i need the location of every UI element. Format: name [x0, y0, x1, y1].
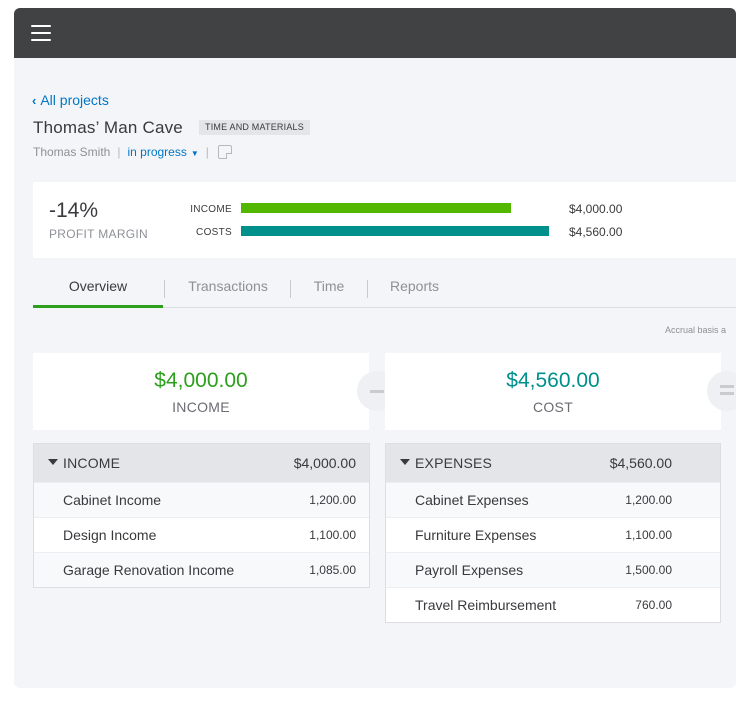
tab-time[interactable]: Time — [291, 278, 367, 308]
income-table-title: INCOME — [63, 455, 121, 471]
customer-name: Thomas Smith — [33, 145, 111, 159]
row-name: Design Income — [63, 527, 157, 543]
row-name: Cabinet Expenses — [415, 492, 529, 508]
status-dropdown[interactable]: in progress ▼ — [127, 145, 198, 159]
table-row[interactable]: Payroll Expenses 1,500.00 — [386, 552, 720, 587]
table-row[interactable]: Garage Renovation Income 1,085.00 — [34, 552, 369, 587]
income-card-amount: $4,000.00 — [154, 369, 248, 392]
tab-bar: Overview Transactions Time Reports — [33, 278, 736, 308]
profit-margin-label: PROFIT MARGIN — [49, 227, 149, 241]
collapse-icon — [48, 459, 58, 465]
income-bar-amount: $4,000.00 — [569, 202, 623, 216]
income-rows: Cabinet Income 1,200.00 Design Income 1,10… — [34, 482, 369, 587]
row-name: Furniture Expenses — [415, 527, 537, 543]
project-meta: Thomas Smith | in progress ▼ | — [33, 145, 232, 159]
income-card: $4,000.00 INCOME — [33, 353, 369, 430]
table-row[interactable]: Cabinet Income 1,200.00 — [34, 482, 369, 517]
table-row[interactable]: Design Income 1,100.00 — [34, 517, 369, 552]
costs-bar — [241, 226, 549, 236]
collapse-icon — [400, 459, 410, 465]
divider: | — [205, 145, 209, 159]
row-value: 1,085.00 — [309, 563, 356, 577]
note-icon[interactable] — [217, 145, 232, 159]
all-projects-link[interactable]: ‹ All projects — [32, 92, 109, 108]
row-value: 1,200.00 — [309, 493, 356, 507]
hamburger-icon[interactable] — [31, 25, 51, 41]
status-label: in progress — [127, 145, 187, 159]
tab-transactions[interactable]: Transactions — [165, 278, 291, 308]
divider: | — [117, 145, 121, 159]
cost-card-amount: $4,560.00 — [506, 369, 600, 392]
tab-reports[interactable]: Reports — [368, 278, 461, 308]
expense-rows: Cabinet Expenses 1,200.00 Furniture Expen… — [386, 482, 720, 622]
project-type-badge: TIME AND MATERIALS — [199, 120, 310, 135]
costs-bar-label: COSTS — [196, 227, 232, 238]
expenses-table-total: $4,560.00 — [609, 455, 672, 471]
expenses-table: EXPENSES $4,560.00 Cabinet Expenses 1,200… — [385, 443, 721, 623]
row-value: 1,100.00 — [309, 528, 356, 542]
profit-margin-value: -14% — [49, 199, 99, 222]
profit-summary: -14% PROFIT MARGIN INCOME $4,000.00 COST… — [33, 182, 736, 258]
project-title: Thomas’ Man Cave — [33, 118, 183, 137]
row-value: 1,100.00 — [625, 528, 672, 542]
income-bar-label: INCOME — [190, 204, 232, 215]
top-bar — [14, 8, 736, 58]
income-card-label: INCOME — [172, 399, 230, 415]
income-bar — [241, 203, 511, 213]
row-value: 1,500.00 — [625, 563, 672, 577]
row-value: 760.00 — [635, 598, 672, 612]
accounting-basis-label: Accrual basis a — [665, 325, 727, 335]
table-row[interactable]: Travel Reimbursement 760.00 — [386, 587, 720, 622]
table-row[interactable]: Cabinet Expenses 1,200.00 — [386, 482, 720, 517]
cost-card-label: COST — [532, 399, 574, 415]
caret-down-icon: ▼ — [190, 149, 199, 158]
chevron-left-icon: ‹ — [32, 93, 37, 108]
tab-overview[interactable]: Overview — [33, 278, 163, 308]
income-table-header[interactable]: INCOME $4,000.00 — [34, 444, 369, 482]
costs-bar-amount: $4,560.00 — [569, 225, 623, 239]
app-frame: ‹ All projects Thomas’ Man Cave TIME AND … — [14, 8, 736, 688]
expenses-table-title: EXPENSES — [415, 455, 493, 471]
income-table: INCOME $4,000.00 Cabinet Income 1,200.00 … — [33, 443, 370, 588]
row-name: Payroll Expenses — [415, 562, 524, 578]
income-table-total: $4,000.00 — [293, 455, 356, 471]
table-row[interactable]: Furniture Expenses 1,100.00 — [386, 517, 720, 552]
row-name: Garage Renovation Income — [63, 562, 235, 578]
expenses-table-header[interactable]: EXPENSES $4,560.00 — [386, 444, 720, 482]
cost-card: $4,560.00 COST — [385, 353, 721, 430]
row-value: 1,200.00 — [625, 493, 672, 507]
row-name: Travel Reimbursement — [415, 597, 557, 613]
back-link-label: All projects — [40, 92, 109, 108]
row-name: Cabinet Income — [63, 492, 162, 508]
